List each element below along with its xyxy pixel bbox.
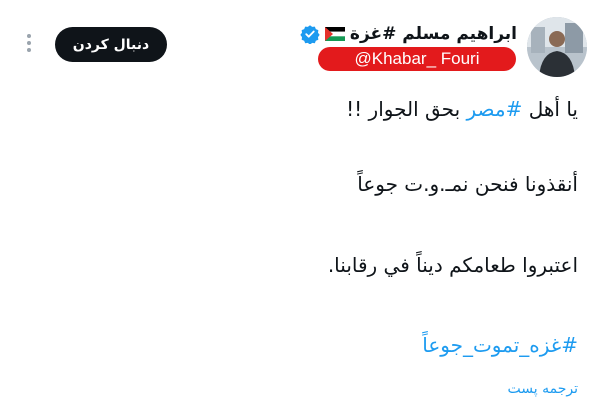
author-row: ابراهیم مسلم #غزة [300,22,517,46]
palestine-flag-icon [324,27,345,41]
hashtag-link[interactable]: #غزه_تموت_جوعاً [422,333,578,357]
tweet-line-2: أنقذونا فنحن نمـ.و.ت جوعاً [357,172,578,196]
tweet-card: دنبال کردن ابراهیم مسلم #غزة @Khabar_ Fo… [0,0,600,418]
author-handle[interactable]: @Khabar_ Fouri [318,47,516,71]
tweet-text: بحق الجوار !! [346,97,467,121]
tweet-text: يا أهل [522,97,578,121]
tweet-line-4: #غزه_تموت_جوعاً [422,333,578,357]
author-name[interactable]: ابراهیم مسلم #غزة [350,24,517,44]
tweet-line-1: يا أهل #مصر بحق الجوار !! [346,97,578,121]
avatar-image [527,17,587,77]
follow-button[interactable]: دنبال کردن [55,27,167,62]
verified-badge-icon [300,25,320,44]
hashtag-link[interactable]: #مصر [467,97,523,121]
tweet-line-3: اعتبروا طعامكم ديناً في رقابنا. [327,253,578,277]
avatar[interactable] [527,17,587,77]
translate-post-link[interactable]: ترجمه پست [508,381,578,397]
more-options-icon[interactable] [18,32,40,54]
